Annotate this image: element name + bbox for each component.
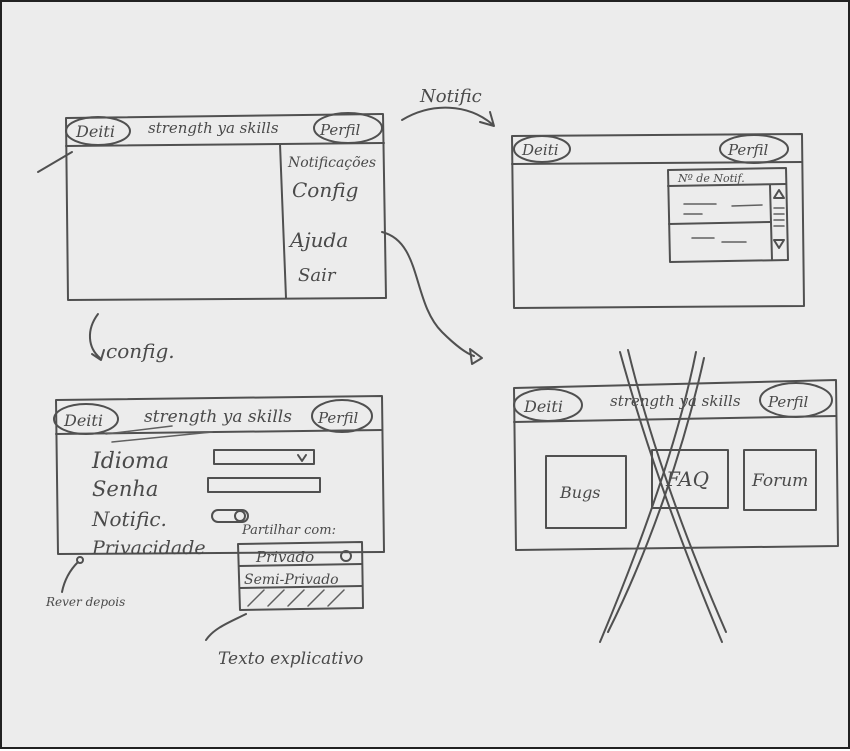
arrow-to-notifications: Notific (401, 86, 495, 127)
profile-button[interactable]: Perfil (727, 141, 768, 159)
password-label: Senha (92, 477, 158, 501)
menu-item-config[interactable]: Config (292, 178, 358, 202)
app-title: strength ya skills (610, 392, 741, 410)
paper-sheet: Deiti strength ya skills Perfil Notifica… (0, 0, 850, 749)
share-with-label: Partilhar com: (241, 523, 336, 538)
scroll-down-icon[interactable] (773, 239, 785, 249)
arrow-to-config: config. (89, 313, 175, 363)
app-title: strength ya skills (144, 407, 292, 427)
language-label: Idioma (91, 449, 169, 474)
scrollbar[interactable] (769, 184, 773, 261)
sketch-notifications: Deiti Perfil Nº de Notif. (511, 133, 805, 309)
logo[interactable]: Deiti (63, 411, 103, 430)
logo[interactable]: Deiti (75, 122, 115, 141)
password-input[interactable] (207, 477, 321, 493)
logo[interactable]: Deiti (523, 397, 563, 416)
profile-button[interactable]: Perfil (767, 393, 808, 411)
forum-label: Forum (751, 471, 808, 491)
chevron-down-icon[interactable] (297, 454, 307, 462)
privacy-option-private[interactable]: Privado (255, 548, 314, 566)
notifications-count-header: Nº de Notif. (677, 172, 745, 185)
arrow-to-help (381, 231, 483, 365)
sketch-help: Deiti strength ya skills Perfil Bugs FAQ… (513, 349, 839, 643)
privacy-label: Privacidade (91, 537, 206, 559)
profile-button[interactable]: Perfil (319, 121, 360, 139)
scroll-up-icon[interactable] (773, 189, 785, 199)
faq-label: FAQ (665, 467, 709, 491)
logo[interactable]: Deiti (521, 141, 559, 159)
profile-button[interactable]: Perfil (317, 409, 358, 427)
sketch-canvas: Deiti strength ya skills Perfil Notifica… (37, 86, 839, 669)
app-title: strength ya skills (148, 119, 279, 137)
note-review-later: Rever depois (45, 595, 125, 609)
bugs-label: Bugs (559, 483, 601, 502)
menu-item-logout[interactable]: Sair (298, 265, 337, 286)
privacy-option-semi-private[interactable]: Semi-Privado (244, 572, 339, 588)
sketch-profile-menu: Deiti strength ya skills Perfil Notifica… (65, 112, 387, 301)
arrow-label-config: config. (106, 339, 175, 363)
notifications-label: Notific. (91, 507, 167, 531)
arrow-label-notifications: Notific (419, 86, 482, 107)
note-explanatory-text: Texto explicativo (218, 649, 363, 669)
menu-item-help[interactable]: Ajuda (288, 228, 348, 252)
menu-item-notifications[interactable]: Notificações (287, 155, 376, 171)
